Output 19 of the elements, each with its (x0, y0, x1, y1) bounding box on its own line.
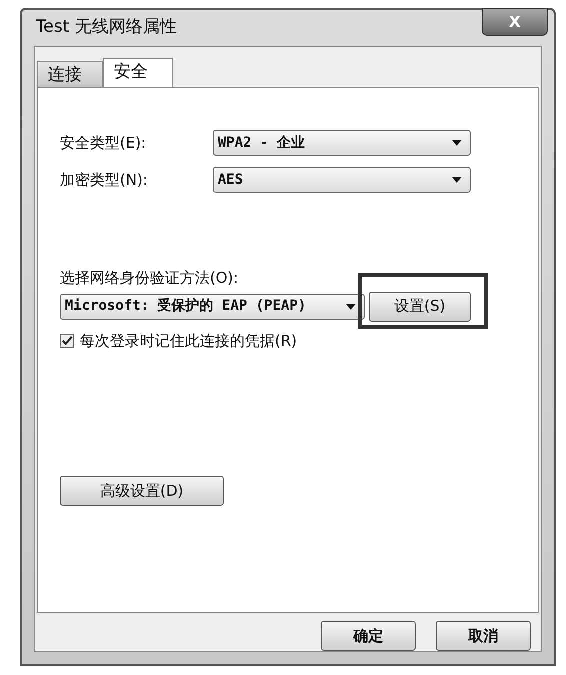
settings-button[interactable]: 设置(S) (369, 292, 471, 322)
caret-icon (452, 140, 462, 146)
auth-method-dropdown[interactable]: Microsoft: 受保护的 EAP (PEAP) (60, 294, 365, 320)
dropdown[interactable]: WPA2 - 企业 (213, 130, 471, 156)
dropdown[interactable]: AES (213, 167, 471, 193)
field-label: 安全类型(E): (60, 132, 148, 154)
dialog-button[interactable]: 确定 (321, 621, 416, 651)
close-button[interactable]: X (482, 8, 548, 36)
checkbox[interactable] (60, 334, 74, 348)
window-title: Test 无线网络属性 (36, 16, 177, 40)
advanced-settings-button[interactable]: 高级设置(D) (60, 476, 224, 506)
field-label: 加密类型(N): (60, 170, 149, 191)
remember-credentials-label: 每次登录时记住此连接的凭据(R) (80, 330, 298, 352)
auth-method-label: 选择网络身份验证方法(O): (60, 269, 239, 287)
tab[interactable]: 连接 (37, 61, 103, 87)
caret-icon (346, 304, 356, 310)
caret-icon (452, 177, 462, 183)
dialog-button[interactable]: 取消 (436, 621, 531, 651)
tab[interactable]: 安全 (103, 58, 173, 88)
